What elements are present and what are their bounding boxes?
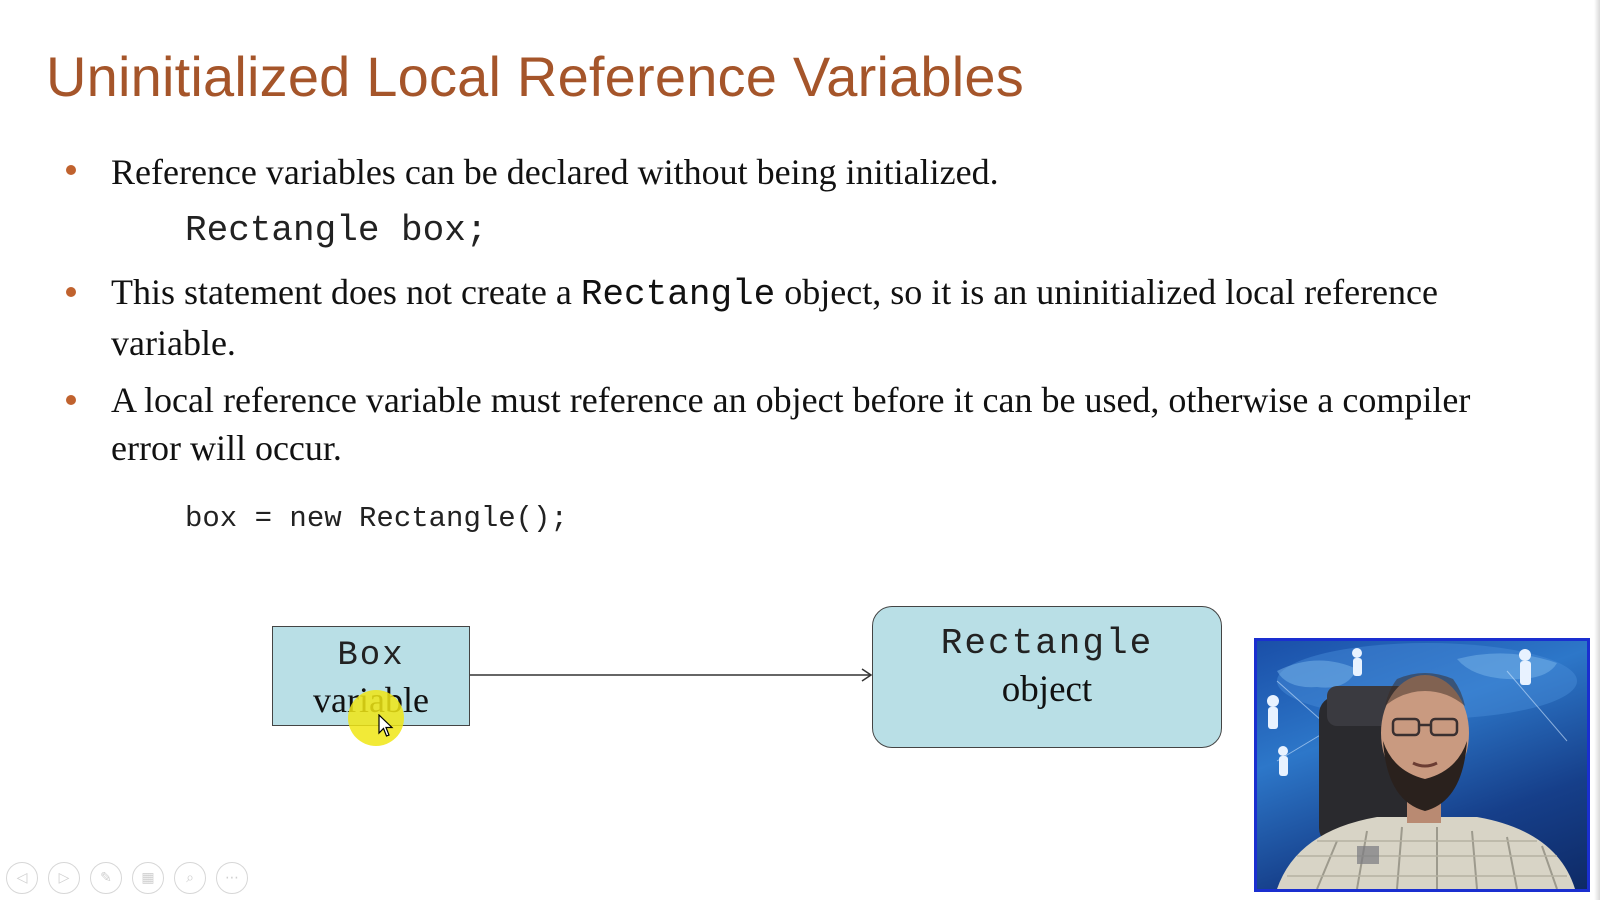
rectangle-object-label: Rectangle xyxy=(940,623,1154,664)
reference-arrow xyxy=(470,668,873,682)
bullet-2-text-before: This statement does not create a xyxy=(111,272,581,312)
code-declaration: Rectangle box; xyxy=(185,210,488,251)
zoom-icon[interactable]: ⌕ xyxy=(174,862,206,894)
window-edge xyxy=(1594,0,1600,900)
bullet-3: A local reference variable must referenc… xyxy=(111,380,1471,468)
pen-icon[interactable]: ✎ xyxy=(90,862,122,894)
webcam-overlay xyxy=(1254,638,1590,892)
previous-icon[interactable]: ◁ xyxy=(6,862,38,894)
mouse-cursor-icon xyxy=(378,714,394,737)
pointer-highlight xyxy=(348,690,404,746)
presentation-controls: ◁ ▷ ✎ ▦ ⌕ ⋯ xyxy=(6,862,248,894)
presenter-video xyxy=(1267,643,1577,889)
more-icon[interactable]: ⋯ xyxy=(216,862,248,894)
bullet-1: Reference variables can be declared with… xyxy=(111,152,999,192)
bullet-2: This statement does not create a Rectang… xyxy=(111,268,1511,367)
code-assignment: box = new Rectangle(); xyxy=(185,502,568,535)
box-variable-label: Box xyxy=(337,637,405,675)
slide-title: Uninitialized Local Reference Variables xyxy=(46,45,1024,108)
next-icon[interactable]: ▷ xyxy=(48,862,80,894)
inline-code-rectangle: Rectangle xyxy=(580,274,776,315)
bullet-marker xyxy=(66,165,76,175)
rectangle-object-sublabel: object xyxy=(1001,669,1093,710)
slide: Uninitialized Local Reference Variables … xyxy=(0,0,1600,900)
bullet-marker xyxy=(66,287,76,297)
rectangle-object-box: Rectangle object xyxy=(872,606,1222,748)
slides-icon[interactable]: ▦ xyxy=(132,862,164,894)
bullet-marker xyxy=(66,395,76,405)
